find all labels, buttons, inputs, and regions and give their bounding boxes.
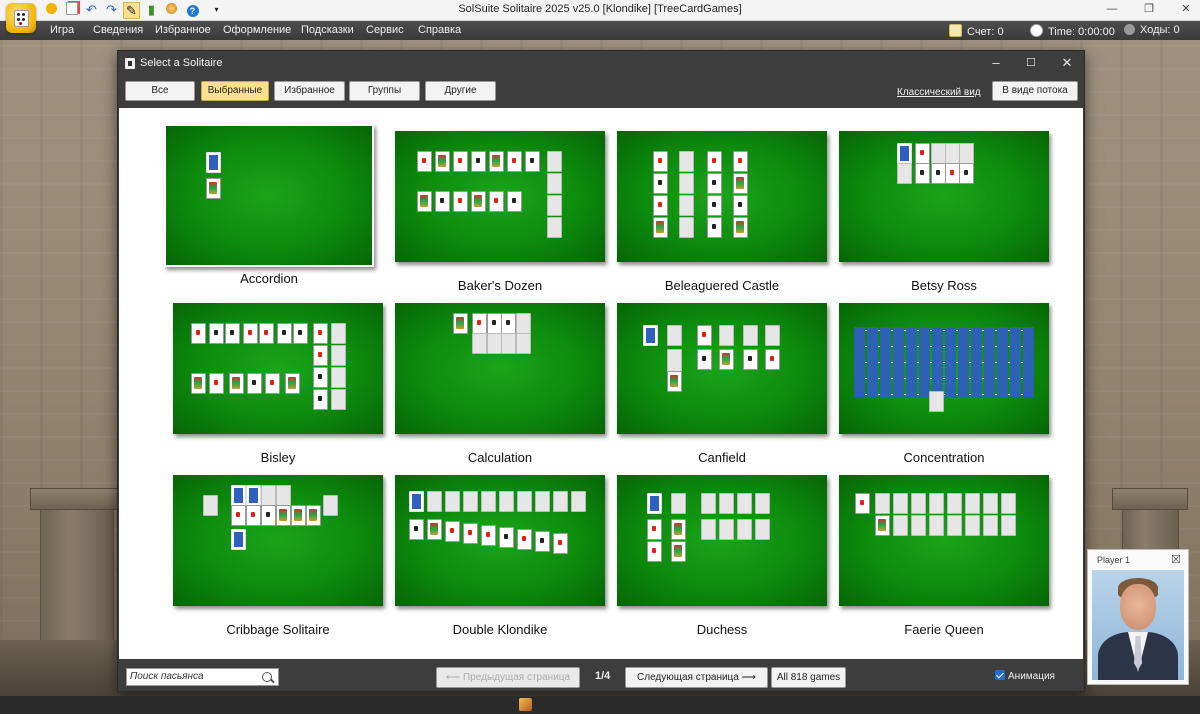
menu-help[interactable]: Справка: [418, 24, 461, 36]
dice-app-icon[interactable]: [6, 3, 36, 33]
game-tile-accordion[interactable]: Accordion: [164, 124, 374, 286]
next-page-button[interactable]: Следующая страница ⟶: [625, 667, 768, 688]
dialog-minimize-button[interactable]: –: [987, 55, 1005, 71]
game-thumbnail[interactable]: [839, 131, 1049, 262]
game-name: Double Klondike: [452, 622, 548, 637]
game-thumbnail[interactable]: [617, 131, 827, 262]
game-thumbnail[interactable]: [395, 131, 605, 262]
game-name: Baker's Dozen: [457, 278, 543, 293]
menu-favorites[interactable]: Избранное: [155, 24, 211, 36]
pillar-left-cap: [30, 488, 124, 510]
close-button[interactable]: ✕: [1178, 2, 1194, 17]
menu-game[interactable]: Игра: [50, 24, 74, 36]
game-thumbnail[interactable]: [395, 475, 605, 606]
game-name: Faerie Queen: [904, 622, 984, 637]
menu-hints[interactable]: Подсказки: [301, 24, 354, 36]
game-tile-beleaguered-castle[interactable]: Beleaguered Castle: [617, 131, 827, 293]
tab-other[interactable]: Другие: [425, 81, 496, 101]
game-tile-bisley[interactable]: Bisley: [173, 303, 383, 465]
player-panel: Player 1 ☒: [1087, 549, 1189, 685]
tab-groups[interactable]: Группы: [349, 81, 420, 101]
game-thumbnail[interactable]: [173, 303, 383, 434]
game-name: Betsy Ross: [911, 278, 977, 293]
game-name: Beleaguered Castle: [664, 278, 780, 293]
menu-service[interactable]: Сервис: [366, 24, 404, 36]
dialog-maximize-button[interactable]: ☐: [1022, 55, 1040, 71]
moves-value: Ходы: 0: [1140, 24, 1180, 36]
game-tile-cribbage-solitaire[interactable]: Cribbage Solitaire: [173, 475, 383, 637]
classic-view-link[interactable]: Классический вид: [897, 87, 981, 98]
tab-all[interactable]: Все: [125, 81, 195, 101]
game-name: Accordion: [240, 271, 298, 286]
moves-icon: [1124, 24, 1135, 35]
previous-page-button[interactable]: ⟵ Предыдущая страница: [436, 667, 580, 688]
animation-toggle[interactable]: Анимация: [995, 670, 1055, 682]
flow-view-button[interactable]: В виде потока: [992, 81, 1078, 101]
player-close-icon[interactable]: ☒: [1171, 553, 1181, 566]
menu-appearance[interactable]: Оформление: [223, 24, 291, 36]
game-name: Duchess: [696, 622, 748, 637]
game-name: Bisley: [260, 450, 296, 465]
score-stat: Счет: 0: [949, 24, 1004, 38]
dialog-cards-icon: [125, 58, 135, 69]
search-input[interactable]: Поиск пасьянса: [126, 668, 279, 686]
window-title: SolSuite Solitaire 2025 v25.0 [Klondike]…: [458, 3, 742, 15]
select-solitaire-dialog: Select a Solitaire – ☐ ✕ Все Выбранные И…: [117, 50, 1085, 692]
game-tile-concentration[interactable]: Concentration: [839, 303, 1049, 465]
game-thumbnail[interactable]: [164, 124, 374, 267]
animation-label: Анимация: [1008, 671, 1055, 682]
dialog-close-button[interactable]: ✕: [1058, 55, 1076, 71]
game-tile-faerie-queen[interactable]: Faerie Queen: [839, 475, 1049, 637]
time-value: Time: 0:00:00: [1048, 26, 1115, 38]
game-tile-betsy-ross[interactable]: Betsy Ross: [839, 131, 1049, 293]
taskbar: [0, 696, 1200, 714]
pillar-right-cap: [1112, 488, 1188, 510]
game-name: Concentration: [903, 450, 985, 465]
restore-button[interactable]: ❐: [1141, 2, 1157, 17]
title-bar: ↶ ↷ ✎ ▮ ? ▾ SolSuite Solitaire 2025 v25.…: [0, 0, 1200, 21]
game-thumbnail[interactable]: [839, 475, 1049, 606]
game-thumbnail[interactable]: [173, 475, 383, 606]
game-thumbnail[interactable]: [617, 475, 827, 606]
game-tile-canfield[interactable]: Canfield: [617, 303, 827, 465]
page-indicator: 1/4: [595, 670, 611, 682]
solsuite-taskbar-icon[interactable]: [519, 698, 532, 711]
tab-favorites[interactable]: Избранное: [274, 81, 345, 101]
game-name: Cribbage Solitaire: [226, 622, 330, 637]
menu-info[interactable]: Сведения: [93, 24, 143, 36]
tab-selected[interactable]: Выбранные: [201, 81, 269, 101]
clock-icon: [1030, 24, 1043, 37]
time-stat: Time: 0:00:00: [1030, 24, 1115, 38]
moves-stat: Ходы: 0: [1124, 24, 1180, 36]
game-tile-calculation[interactable]: Calculation: [395, 303, 605, 465]
game-thumbnail[interactable]: [839, 303, 1049, 434]
minimize-button[interactable]: —: [1104, 2, 1120, 17]
game-thumbnail[interactable]: [395, 303, 605, 434]
all-games-button[interactable]: All 818 games: [771, 667, 846, 688]
player-name: Player 1: [1097, 555, 1131, 565]
concentration-card-grid: [854, 327, 1034, 397]
game-thumbnail[interactable]: [617, 303, 827, 434]
dialog-title: Select a Solitaire: [140, 57, 223, 69]
game-tile-double-klondike[interactable]: Double Klondike: [395, 475, 605, 637]
game-grid: Accordion Baker's Dozen Beleaguered Cast…: [119, 108, 1083, 659]
score-value: Счет: 0: [967, 26, 1004, 38]
player-avatar: [1092, 570, 1184, 680]
game-name: Calculation: [467, 450, 533, 465]
menu-bar: Игра Сведения Избранное Оформление Подск…: [0, 21, 1200, 40]
search-icon[interactable]: [262, 672, 272, 682]
game-tile-duchess[interactable]: Duchess: [617, 475, 827, 637]
score-icon: [949, 24, 962, 37]
animation-checkbox[interactable]: [995, 670, 1005, 680]
game-tile-bakers-dozen[interactable]: Baker's Dozen: [395, 131, 605, 293]
game-name: Canfield: [698, 450, 746, 465]
